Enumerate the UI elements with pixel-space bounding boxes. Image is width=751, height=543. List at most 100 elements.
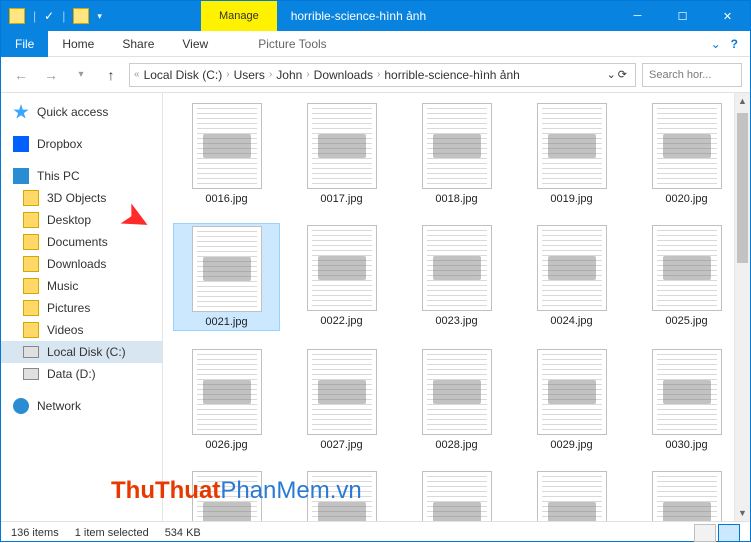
- file-thumbnail: [422, 103, 492, 189]
- breadcrumb-dropdown-icon[interactable]: ⌄: [607, 68, 616, 81]
- file-thumbnail: [192, 471, 262, 521]
- file-thumbnail: [537, 103, 607, 189]
- sidebar-item-this-pc[interactable]: This PC: [1, 165, 162, 187]
- sidebar-item-music[interactable]: Music: [1, 275, 162, 297]
- file-name: 0025.jpg: [665, 315, 707, 327]
- sidebar-item-local-disk-c[interactable]: Local Disk (C:): [1, 341, 162, 363]
- file-item[interactable]: 0016.jpg: [173, 101, 280, 207]
- search-input[interactable]: Search hor...: [642, 63, 742, 87]
- help-icon[interactable]: ?: [731, 37, 738, 51]
- file-item[interactable]: 0018.jpg: [403, 101, 510, 207]
- file-name: 0024.jpg: [550, 315, 592, 327]
- view-details-button[interactable]: [694, 524, 716, 542]
- file-thumbnail: [307, 349, 377, 435]
- close-button[interactable]: ✕: [705, 1, 750, 31]
- breadcrumb[interactable]: « Local Disk (C:) › Users › John › Downl…: [129, 63, 636, 87]
- status-size: 534 KB: [165, 527, 201, 539]
- ribbon-tab-file[interactable]: File: [1, 31, 48, 57]
- file-item[interactable]: 0028.jpg: [403, 347, 510, 453]
- file-thumbnail: [307, 225, 377, 311]
- file-item[interactable]: 0032.jpg: [288, 469, 395, 521]
- maximize-button[interactable]: ☐: [660, 1, 705, 31]
- file-item[interactable]: 0017.jpg: [288, 101, 395, 207]
- file-thumbnail: [537, 349, 607, 435]
- search-placeholder: Search hor...: [649, 69, 711, 81]
- sidebar-item-documents[interactable]: Documents: [1, 231, 162, 253]
- sidebar-item-dropbox[interactable]: Dropbox: [1, 133, 162, 155]
- file-list[interactable]: 0016.jpg 0017.jpg 0018.jpg0019.jpg 0020.jpg…: [163, 93, 750, 521]
- breadcrumb-item[interactable]: John: [272, 68, 306, 82]
- nav-back-button[interactable]: ←: [9, 63, 33, 87]
- ribbon-expand-icon[interactable]: ⌄: [711, 37, 721, 51]
- file-name: 0030.jpg: [665, 439, 707, 451]
- vertical-scrollbar[interactable]: ▲ ▼: [734, 93, 750, 521]
- file-name: 0023.jpg: [435, 315, 477, 327]
- sidebar-item-network[interactable]: Network: [1, 395, 162, 417]
- breadcrumb-item[interactable]: Local Disk (C:): [140, 68, 227, 82]
- sidebar-item-desktop[interactable]: Desktop: [1, 209, 162, 231]
- disk-icon: [23, 346, 39, 358]
- file-item[interactable]: 0034.jpg: [518, 469, 625, 521]
- scroll-down-icon[interactable]: ▼: [735, 505, 750, 521]
- sidebar-label: Network: [37, 399, 81, 413]
- file-thumbnail: [652, 349, 722, 435]
- file-item[interactable]: 0035.jpg: [633, 469, 740, 521]
- folder-icon: [23, 212, 39, 228]
- nav-recent-dropdown[interactable]: ▾: [69, 63, 93, 87]
- file-item[interactable]: 0025.jpg: [633, 223, 740, 331]
- file-name: 0017.jpg: [320, 193, 362, 205]
- file-thumbnail: [422, 349, 492, 435]
- sidebar-item-videos[interactable]: Videos: [1, 319, 162, 341]
- scroll-up-icon[interactable]: ▲: [735, 93, 750, 109]
- file-item[interactable]: 0026.jpg: [173, 347, 280, 453]
- file-item[interactable]: 0027.jpg: [288, 347, 395, 453]
- sidebar-item-pictures[interactable]: Pictures: [1, 297, 162, 319]
- ribbon-tab-home[interactable]: Home: [48, 31, 108, 57]
- disk-icon: [23, 368, 39, 380]
- sidebar-label: This PC: [37, 169, 80, 183]
- qat-folder-icon[interactable]: [73, 8, 89, 24]
- breadcrumb-item[interactable]: Users: [230, 68, 269, 82]
- file-thumbnail: [652, 103, 722, 189]
- status-selection: 1 item selected: [75, 527, 149, 539]
- breadcrumb-item[interactable]: Downloads: [310, 68, 377, 82]
- file-name: 0020.jpg: [665, 193, 707, 205]
- file-name: 0016.jpg: [205, 193, 247, 205]
- refresh-icon[interactable]: ⟳: [618, 68, 627, 81]
- file-thumbnail: [652, 225, 722, 311]
- sidebar-label: Quick access: [37, 105, 108, 119]
- sidebar-item-downloads[interactable]: Downloads: [1, 253, 162, 275]
- file-item[interactable]: 0031.jpg: [173, 469, 280, 521]
- sidebar-item-3d-objects[interactable]: 3D Objects: [1, 187, 162, 209]
- view-thumbnails-button[interactable]: [718, 524, 740, 542]
- ribbon-tab-share[interactable]: Share: [108, 31, 168, 57]
- file-item[interactable]: 0022.jpg: [288, 223, 395, 331]
- sidebar-item-quick-access[interactable]: Quick access: [1, 101, 162, 123]
- status-bar: 136 items 1 item selected 534 KB: [1, 521, 750, 543]
- sidebar-label: Pictures: [47, 301, 90, 315]
- folder-icon: [23, 322, 39, 338]
- ribbon-tab-picture-tools[interactable]: Picture Tools: [244, 31, 340, 57]
- file-item[interactable]: 0023.jpg: [403, 223, 510, 331]
- nav-forward-button[interactable]: →: [39, 63, 63, 87]
- minimize-button[interactable]: ─: [615, 1, 660, 31]
- breadcrumb-item[interactable]: horrible-science-hình ảnh: [380, 68, 523, 82]
- nav-up-button[interactable]: ↑: [99, 63, 123, 87]
- file-item[interactable]: 0030.jpg: [633, 347, 740, 453]
- file-item[interactable]: 0021.jpg: [173, 223, 280, 331]
- status-item-count: 136 items: [11, 527, 59, 539]
- folder-icon: [23, 234, 39, 250]
- ribbon-tab-view[interactable]: View: [168, 31, 222, 57]
- file-item[interactable]: 0020.jpg: [633, 101, 740, 207]
- qat-check-icon[interactable]: ✓: [44, 9, 54, 23]
- file-item[interactable]: 0024.jpg: [518, 223, 625, 331]
- file-item[interactable]: 0033.jpg: [403, 469, 510, 521]
- navigation-pane: Quick access Dropbox This PC 3D Objects …: [1, 93, 163, 521]
- context-tab-label: Manage: [201, 1, 277, 31]
- file-item[interactable]: 0029.jpg: [518, 347, 625, 453]
- folder-icon: [23, 256, 39, 272]
- file-item[interactable]: 0019.jpg: [518, 101, 625, 207]
- sidebar-item-data-d[interactable]: Data (D:): [1, 363, 162, 385]
- file-thumbnail: [192, 226, 262, 312]
- scroll-thumb[interactable]: [737, 113, 748, 263]
